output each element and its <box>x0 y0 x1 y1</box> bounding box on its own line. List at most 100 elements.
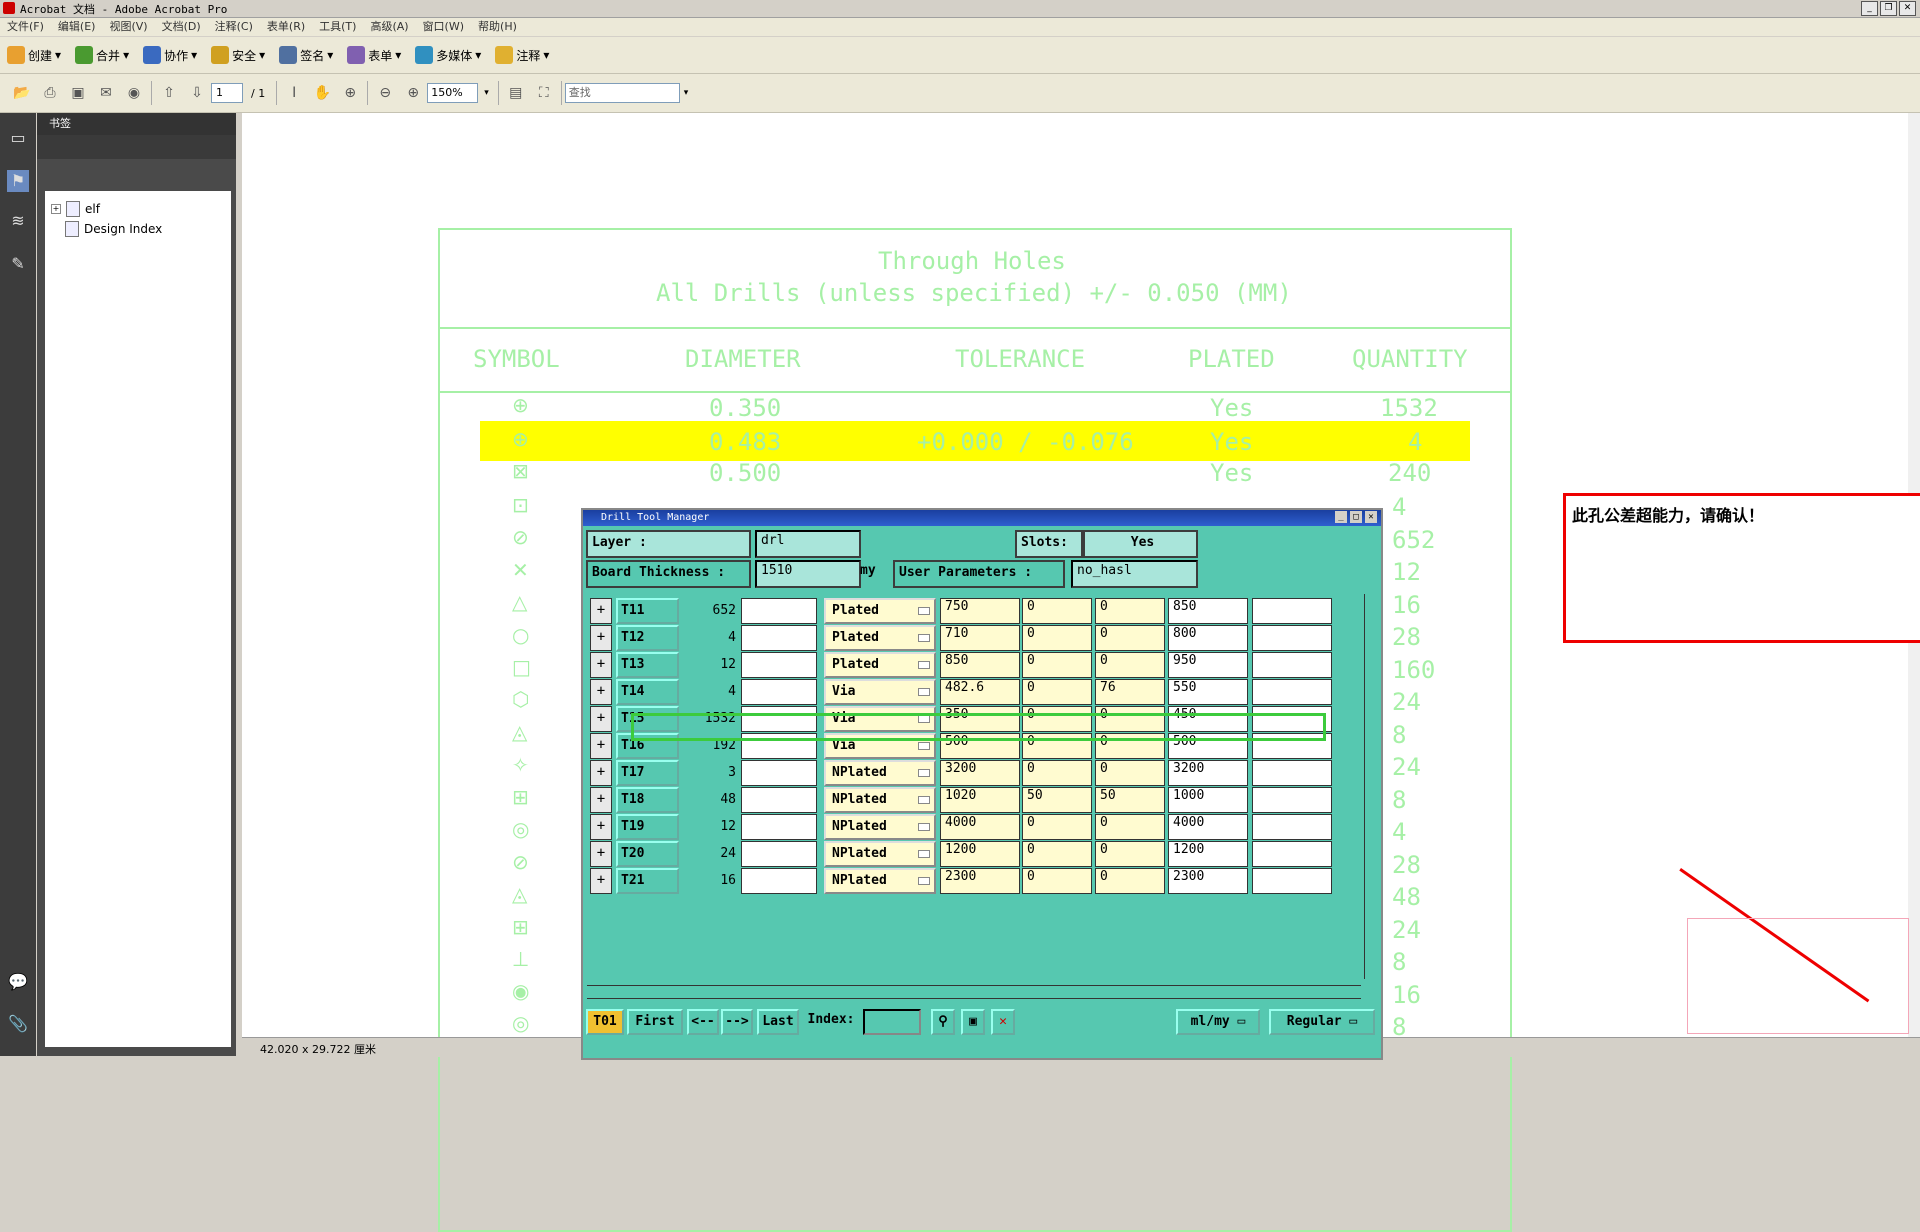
finish-size-input[interactable]: 1200 <box>940 841 1020 867</box>
layers-icon[interactable]: ≋ <box>7 210 29 232</box>
drill-size-input[interactable]: 950 <box>1168 652 1248 678</box>
prev-button[interactable]: <-- <box>687 1009 719 1035</box>
sign-button[interactable]: 签名 ▾ <box>272 41 340 69</box>
tool-extra-input[interactable] <box>1252 841 1332 867</box>
tool-type-select[interactable]: Plated <box>824 598 936 624</box>
delete-icon[interactable]: ✕ <box>991 1009 1015 1035</box>
tool-extra-input[interactable] <box>1252 679 1332 705</box>
save-icon[interactable]: ▣ <box>961 1009 985 1035</box>
minus-tolerance-input[interactable]: 0 <box>1095 868 1165 894</box>
tool-name[interactable]: T11 <box>616 598 679 624</box>
drill-size-input[interactable]: 1200 <box>1168 841 1248 867</box>
finish-size-input[interactable]: 482.6 <box>940 679 1020 705</box>
tool-extra-input[interactable] <box>1252 625 1332 651</box>
index-input[interactable] <box>863 1009 921 1035</box>
close-button[interactable]: ✕ <box>1899 1 1916 16</box>
plus-tolerance-input[interactable]: 50 <box>1022 787 1092 813</box>
tool-comment-input[interactable] <box>741 679 817 705</box>
menu-forms[interactable]: 表单(R) <box>260 18 312 36</box>
plus-tolerance-input[interactable]: 0 <box>1022 652 1092 678</box>
menu-help[interactable]: 帮助(H) <box>471 18 524 36</box>
plus-tolerance-input[interactable]: 0 <box>1022 841 1092 867</box>
tool-type-select[interactable]: Plated <box>824 652 936 678</box>
plus-tolerance-input[interactable]: 0 <box>1022 625 1092 651</box>
plus-tolerance-input[interactable]: 0 <box>1022 868 1092 894</box>
drill-size-input[interactable]: 550 <box>1168 679 1248 705</box>
page-number-input[interactable]: 1 <box>211 83 243 103</box>
tool-name[interactable]: T18 <box>616 787 679 813</box>
tool-extra-input[interactable] <box>1252 787 1332 813</box>
tool-extra-input[interactable] <box>1252 814 1332 840</box>
drill-size-input[interactable]: 850 <box>1168 598 1248 624</box>
finish-size-input[interactable]: 850 <box>940 652 1020 678</box>
zoom-in-icon[interactable]: ⊕ <box>402 82 424 104</box>
save-icon[interactable]: ▣ <box>67 82 89 104</box>
zoom-dropdown-icon[interactable]: ▾ <box>484 88 489 98</box>
drill-size-input[interactable]: 1000 <box>1168 787 1248 813</box>
plus-tolerance-input[interactable]: 0 <box>1022 598 1092 624</box>
tool-comment-input[interactable] <box>741 841 817 867</box>
minus-tolerance-input[interactable]: 0 <box>1095 652 1165 678</box>
find-input[interactable]: 查找 <box>564 83 680 103</box>
finish-size-input[interactable]: 3200 <box>940 760 1020 786</box>
next-button[interactable]: --> <box>721 1009 753 1035</box>
menu-document[interactable]: 文档(D) <box>155 18 208 36</box>
fit-page-icon[interactable]: ⛶ <box>533 82 555 104</box>
attachments-icon[interactable]: 📎 <box>7 1013 29 1035</box>
tool-type-select[interactable]: NPlated <box>824 814 936 840</box>
tool-list-hscrollbar[interactable] <box>587 985 1361 999</box>
minus-tolerance-input[interactable]: 76 <box>1095 679 1165 705</box>
first-button[interactable]: First <box>627 1009 683 1035</box>
tool-type-select[interactable]: Via <box>824 679 936 705</box>
expand-icon[interactable]: + <box>590 625 612 651</box>
restore-button[interactable]: ❐ <box>1880 1 1897 16</box>
zoom-input[interactable]: 150% <box>427 83 479 103</box>
tool-row[interactable]: + T21 16 NPlated 2300 0 0 2300 <box>590 865 1364 898</box>
expand-icon[interactable]: + <box>590 652 612 678</box>
tool-extra-input[interactable] <box>1252 652 1332 678</box>
dtm-minimize-button[interactable]: _ <box>1335 511 1347 523</box>
minimize-button[interactable]: _ <box>1861 1 1878 16</box>
tool-extra-input[interactable] <box>1252 760 1332 786</box>
expand-icon[interactable]: + <box>590 679 612 705</box>
expand-icon[interactable]: + <box>590 733 612 759</box>
plus-tolerance-input[interactable]: 0 <box>1022 679 1092 705</box>
search-icon[interactable]: ⚲ <box>931 1009 955 1035</box>
find-dropdown-icon[interactable]: ▾ <box>684 88 689 98</box>
print-icon[interactable]: ⎙ <box>39 82 61 104</box>
minus-tolerance-input[interactable]: 50 <box>1095 787 1165 813</box>
tool-name[interactable]: T19 <box>616 814 679 840</box>
menu-advanced[interactable]: 高级(A) <box>363 18 415 36</box>
tool-comment-input[interactable] <box>741 760 817 786</box>
tool-type-select[interactable]: NPlated <box>824 841 936 867</box>
dtm-close-button[interactable]: ✕ <box>1365 511 1377 523</box>
finish-size-input[interactable]: 750 <box>940 598 1020 624</box>
minus-tolerance-input[interactable]: 0 <box>1095 625 1165 651</box>
expand-icon[interactable]: + <box>51 204 61 214</box>
menu-comments[interactable]: 注释(C) <box>208 18 260 36</box>
mode-select[interactable]: Regular ▭ <box>1269 1009 1375 1035</box>
previous-page-icon[interactable]: ⇧ <box>158 82 180 104</box>
tool-comment-input[interactable] <box>741 652 817 678</box>
email-icon[interactable]: ✉ <box>95 82 117 104</box>
finish-size-input[interactable]: 4000 <box>940 814 1020 840</box>
bookmarks-icon[interactable]: ⚑ <box>7 170 29 192</box>
forms-button[interactable]: 表单 ▾ <box>340 41 408 69</box>
drill-size-input[interactable]: 4000 <box>1168 814 1248 840</box>
bookmark-item[interactable]: + elf <box>51 201 100 217</box>
bookmark-item[interactable]: Design Index <box>65 221 162 237</box>
web-icon[interactable]: ◉ <box>123 82 145 104</box>
expand-icon[interactable]: + <box>590 598 612 624</box>
zoom-tool-icon[interactable]: ⊕ <box>339 82 361 104</box>
tool-name[interactable]: T13 <box>616 652 679 678</box>
minus-tolerance-input[interactable]: 0 <box>1095 841 1165 867</box>
finish-size-input[interactable]: 2300 <box>940 868 1020 894</box>
drill-size-input[interactable]: 2300 <box>1168 868 1248 894</box>
tool-comment-input[interactable] <box>741 625 817 651</box>
menu-window[interactable]: 窗口(W) <box>416 18 471 36</box>
last-button[interactable]: Last <box>757 1009 799 1035</box>
user-params-input[interactable]: no_hasl <box>1071 560 1198 588</box>
expand-icon[interactable]: + <box>590 814 612 840</box>
menu-tools[interactable]: 工具(T) <box>312 18 363 36</box>
dtm-maximize-button[interactable]: □ <box>1350 511 1362 523</box>
